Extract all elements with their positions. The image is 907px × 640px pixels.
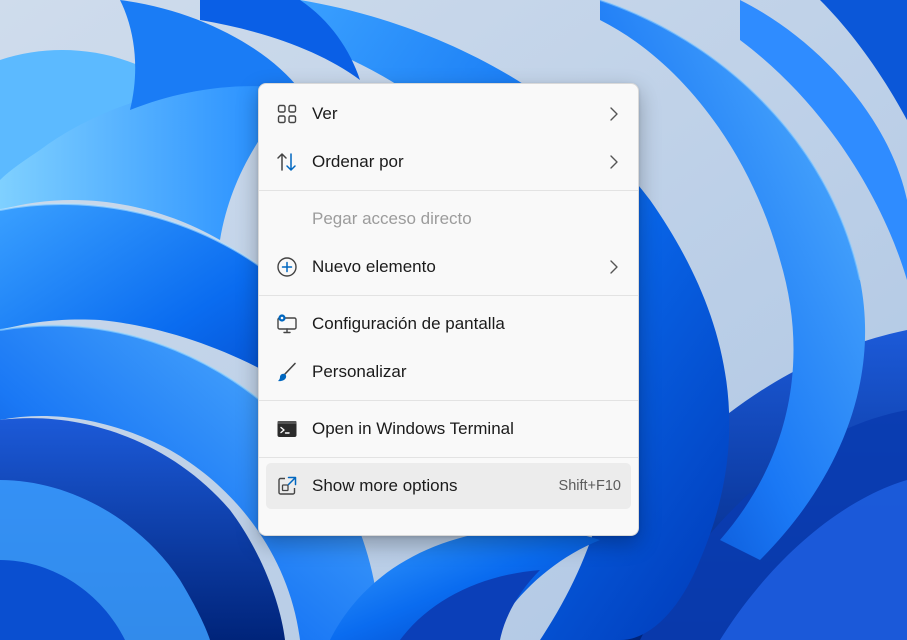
keyboard-shortcut: Shift+F10: [558, 478, 621, 494]
menu-separator: [259, 400, 638, 401]
plus-circle-icon: [276, 256, 298, 278]
expand-icon: [276, 475, 298, 497]
sort-arrows-icon: [276, 151, 298, 173]
menu-item-label: Show more options: [312, 476, 458, 495]
menu-separator: [259, 295, 638, 296]
brush-icon: [276, 361, 298, 383]
menu-item-label: Ordenar por: [312, 152, 404, 171]
menu-item-label: Ver: [312, 104, 338, 123]
chevron-right-icon: [609, 154, 619, 170]
menu-separator: [259, 190, 638, 191]
desktop[interactable]: Ver Ordenar por Pegar acceso directo Nue…: [0, 0, 907, 640]
chevron-right-icon: [609, 106, 619, 122]
menu-item-show-more-options[interactable]: Show more options Shift+F10: [266, 463, 631, 509]
menu-item-label: Configuración de pantalla: [312, 314, 505, 333]
menu-item-label: Open in Windows Terminal: [312, 419, 514, 438]
desktop-context-menu: Ver Ordenar por Pegar acceso directo Nue…: [258, 83, 639, 536]
menu-item-personalize[interactable]: Personalizar: [266, 349, 631, 395]
menu-item-sort-by[interactable]: Ordenar por: [266, 139, 631, 185]
display-settings-icon: [276, 313, 298, 335]
grid-icon: [276, 103, 298, 125]
menu-item-label: Pegar acceso directo: [312, 209, 472, 228]
menu-item-display-settings[interactable]: Configuración de pantalla: [266, 301, 631, 347]
menu-separator: [259, 457, 638, 458]
menu-item-label: Nuevo elemento: [312, 257, 436, 276]
menu-item-open-terminal[interactable]: Open in Windows Terminal: [266, 406, 631, 452]
terminal-icon: [276, 418, 298, 440]
menu-item-paste-shortcut[interactable]: Pegar acceso directo: [266, 196, 631, 242]
menu-item-new[interactable]: Nuevo elemento: [266, 244, 631, 290]
chevron-right-icon: [609, 259, 619, 275]
menu-item-label: Personalizar: [312, 362, 407, 381]
menu-item-view[interactable]: Ver: [266, 91, 631, 137]
